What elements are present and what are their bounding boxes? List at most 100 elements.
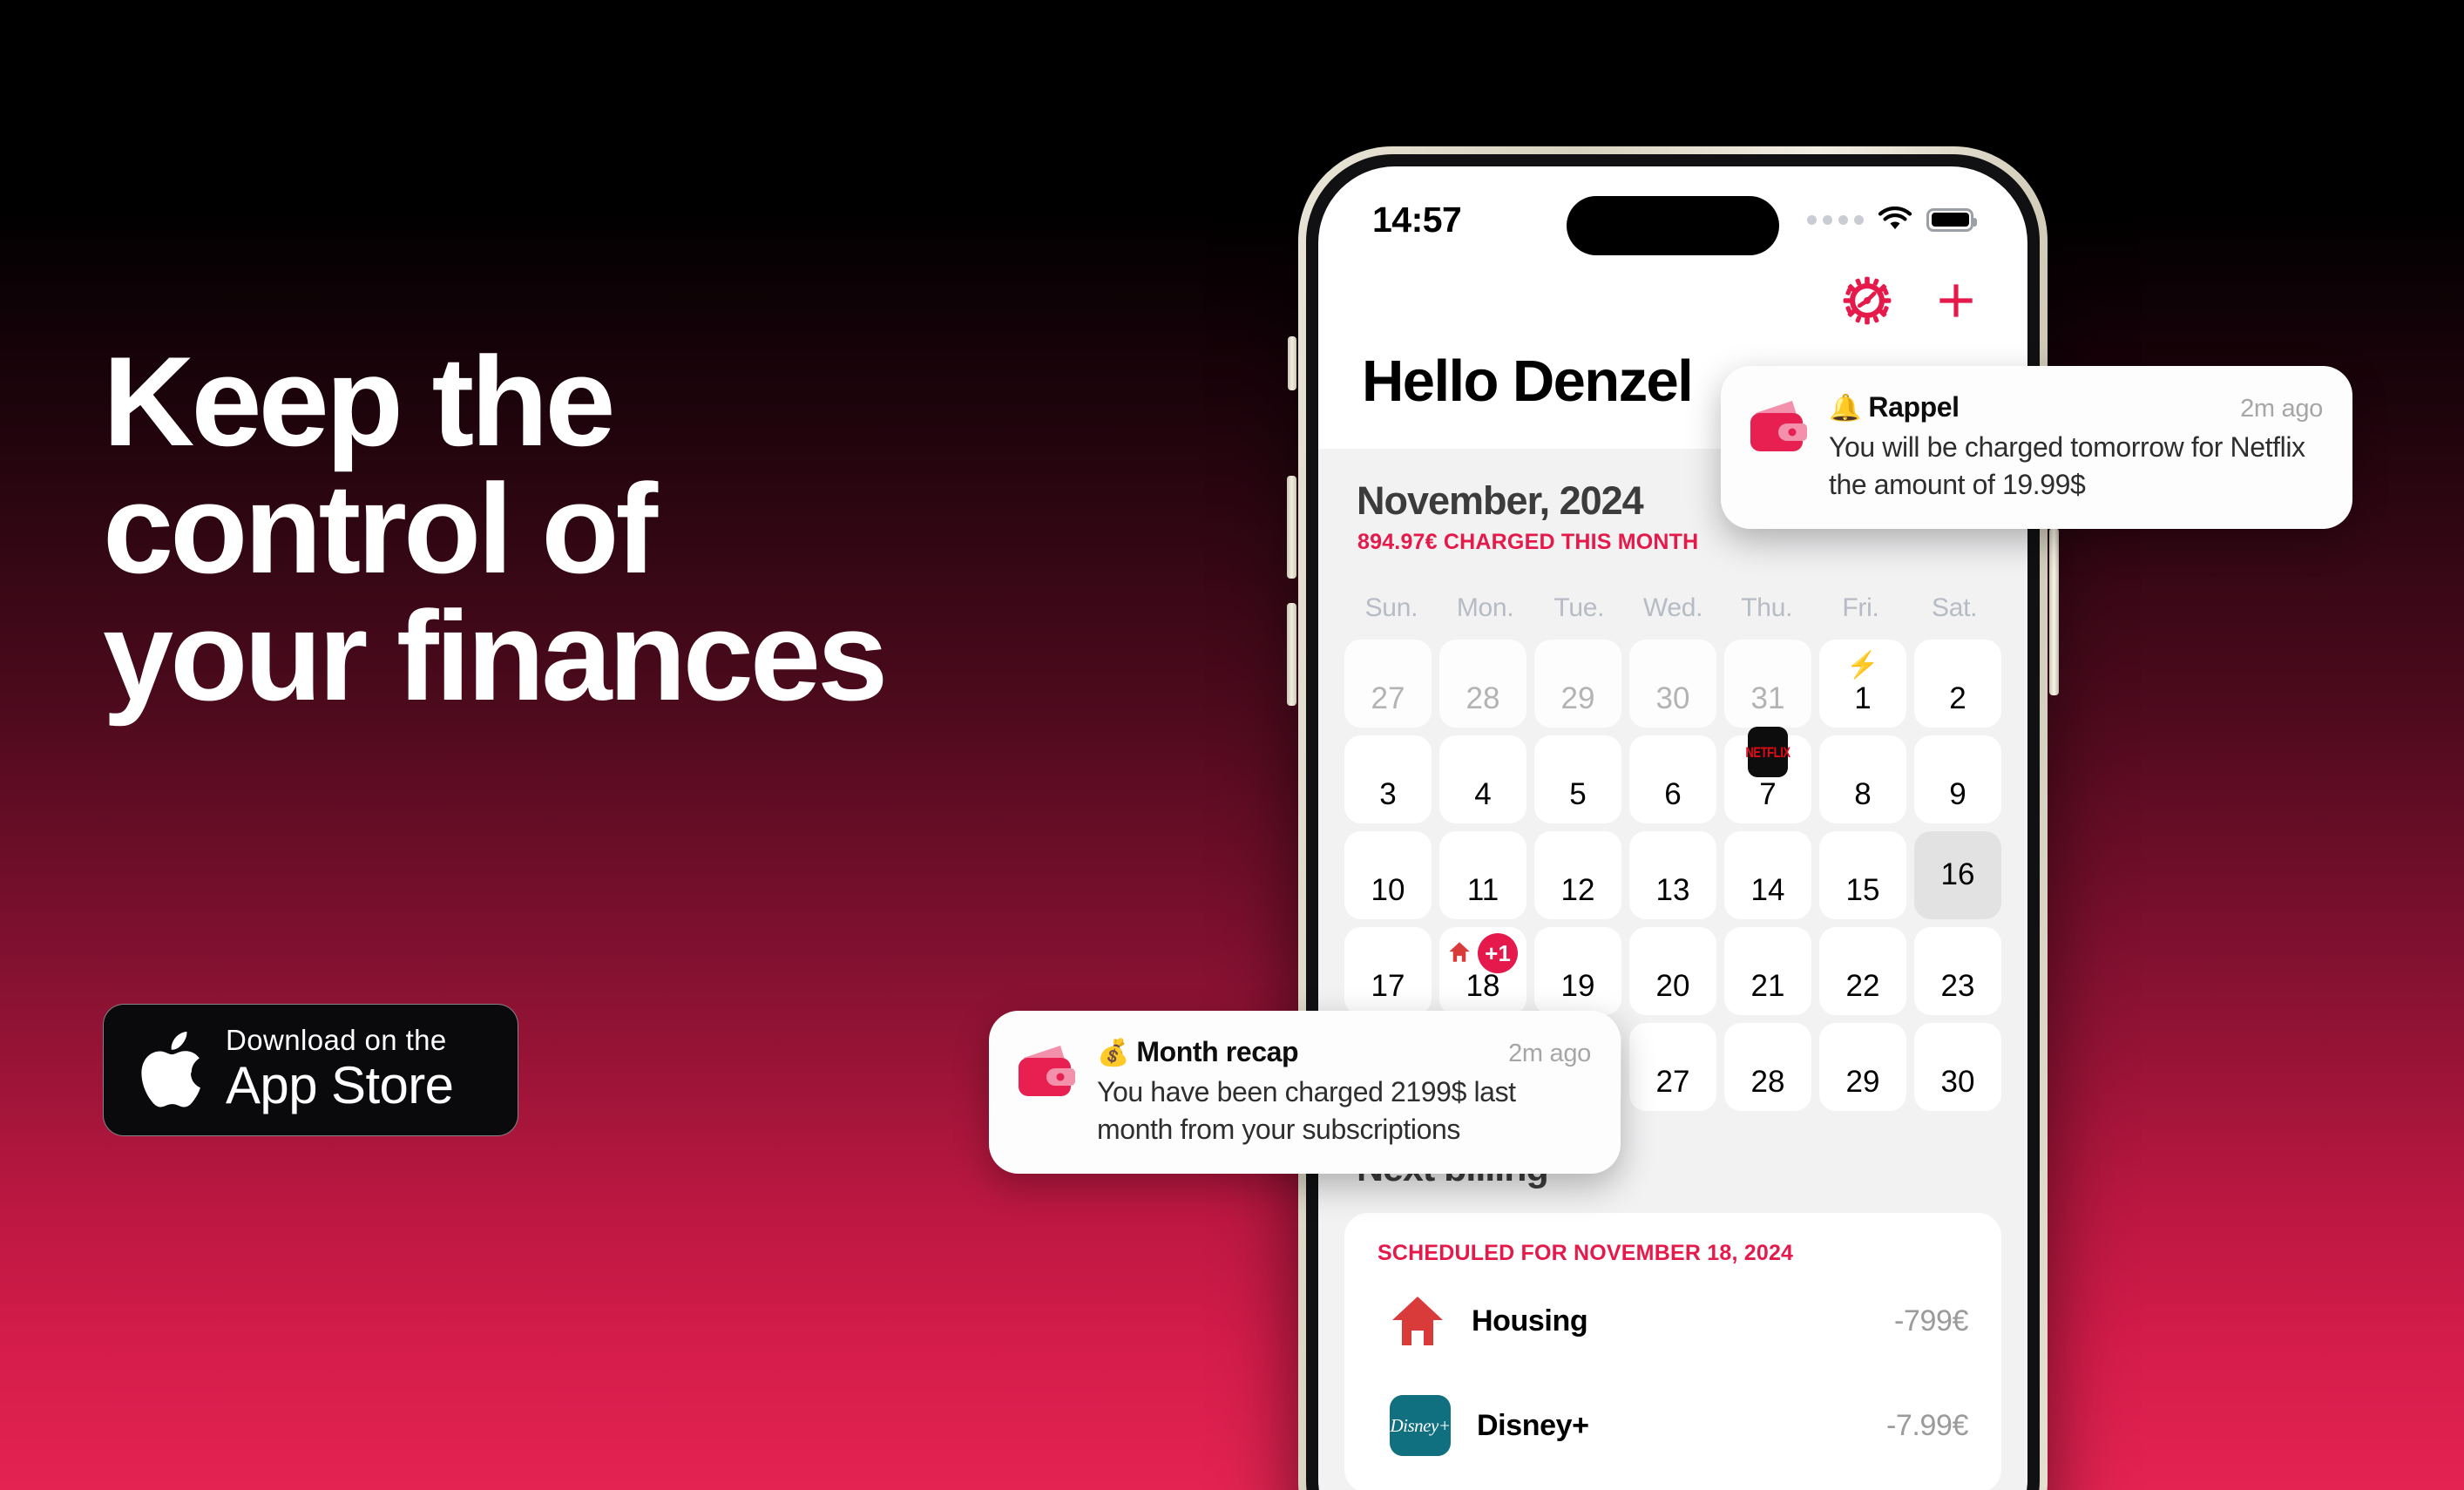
calendar-day-cell[interactable]: 20 (1629, 927, 1716, 1015)
calendar-day-cell[interactable]: 31 (1724, 640, 1811, 728)
notification-title: Rappel (1868, 391, 1960, 423)
calendar-day-cell[interactable]: 27 (1344, 640, 1432, 728)
calendar-day-cell[interactable]: 15 (1819, 831, 1906, 919)
calendar-day-number: 31 (1750, 681, 1785, 715)
calendar-day-cell[interactable]: 29 (1819, 1023, 1906, 1111)
wifi-icon (1878, 207, 1912, 229)
weekday-label: Mon. (1456, 593, 1514, 622)
calendar-day-cell[interactable]: 4 (1439, 735, 1526, 823)
power-button[interactable] (2049, 528, 2059, 695)
calendar-day-cell[interactable]: 5 (1534, 735, 1621, 823)
calendar-day-number: 3 (1379, 777, 1397, 811)
calendar-day-number: 9 (1949, 777, 1966, 811)
status-indicators (1807, 207, 1977, 233)
scheduled-date-label: SCHEDULED FOR NOVEMBER 18, 2024 (1378, 1241, 1794, 1265)
calendar-day-number: 14 (1750, 873, 1785, 907)
calendar-day-cell[interactable]: 9 (1914, 735, 2001, 823)
status-bar: 14:57 (1318, 166, 2027, 261)
calendar-day-number: 16 (1940, 857, 1975, 891)
download-app-store-button[interactable]: Download on the App Store (103, 1004, 518, 1136)
calendar-day-number: 7 (1759, 777, 1777, 811)
notification-header: 🔔 Rappel 2m ago (1829, 391, 2323, 423)
calendar-day-cell[interactable]: 22 (1819, 927, 1906, 1015)
day-markers: NETFLIX (1724, 727, 1811, 780)
calendar-day-cell[interactable]: 16 (1914, 831, 2001, 919)
calendar-day-cell[interactable]: 12 (1534, 831, 1621, 919)
notification-text: You have been charged 2199$ last month f… (1097, 1076, 1516, 1145)
calendar-day-cell[interactable]: 14 (1724, 831, 1811, 919)
calendar-day-number: 10 (1371, 873, 1405, 907)
calendar-day-cell[interactable]: NETFLIX 7 (1724, 727, 1811, 823)
weekday-label: Fri. (1842, 593, 1879, 622)
dynamic-island (1567, 196, 1779, 255)
calendar-day-number: 18 (1466, 969, 1500, 1003)
volume-up-button[interactable] (1287, 476, 1296, 579)
gear-icon[interactable] (1843, 276, 1892, 325)
volume-down-button[interactable] (1287, 603, 1296, 706)
calendar-day-cell[interactable]: 21 (1724, 927, 1811, 1015)
phone-screen: 14:57 Hello Denzel November, 2024 894.97… (1318, 166, 2027, 1490)
promo-banner: Keep the control of your finances Downlo… (0, 0, 2464, 1490)
calendar-day-cell[interactable]: ⚡ 1 (1819, 640, 1906, 728)
billing-name: Disney+ (1477, 1408, 1589, 1442)
calendar-day-number: 1 (1854, 681, 1872, 715)
notification-time: 2m ago (2240, 395, 2323, 423)
billing-name: Housing (1472, 1304, 1588, 1338)
calendar-day-cell[interactable]: 17 (1344, 927, 1432, 1015)
billing-row-housing[interactable]: Housing -799€ (1378, 1266, 1968, 1367)
house-icon (1448, 941, 1471, 966)
calendar-day-cell[interactable]: 29 (1534, 640, 1621, 728)
weekday-label: Sat. (1932, 593, 1978, 622)
calendar-day-number: 4 (1474, 777, 1492, 811)
notification-month-recap[interactable]: 💰 Month recap 2m ago You have been charg… (989, 1011, 1621, 1175)
app-store-big-label: App Store (226, 1055, 454, 1114)
calendar-day-number: 11 (1466, 873, 1499, 907)
wallet-icon (1019, 1046, 1075, 1096)
calendar-day-number: 20 (1655, 969, 1690, 1003)
billing-row-disney[interactable]: Disney+ Disney+ -7.99€ (1378, 1367, 1968, 1475)
netflix-icon: NETFLIX (1745, 727, 1790, 777)
calendar-day-cell[interactable]: 2 (1914, 640, 2001, 728)
calendar-day-number: 12 (1560, 873, 1595, 907)
billing-amount: -7.99€ (1885, 1408, 1968, 1442)
calendar-day-cell[interactable]: 8 (1819, 735, 1906, 823)
calendar-day-cell[interactable]: 19 (1534, 927, 1621, 1015)
calendar-day-cell[interactable]: 23 (1914, 927, 2001, 1015)
calendar-day-number: 2 (1949, 681, 1966, 715)
calendar-day-number: 21 (1750, 969, 1785, 1003)
plus-icon[interactable] (1932, 276, 1980, 325)
calendar-day-cell[interactable]: +1 18 (1439, 927, 1526, 1015)
calendar-day-cell[interactable]: 30 (1914, 1023, 2001, 1111)
headline-line-1: Keep the (103, 330, 616, 472)
calendar-day-cell[interactable]: 3 (1344, 735, 1432, 823)
calendar-day-number: 6 (1664, 777, 1682, 811)
header-actions (1318, 261, 2027, 325)
calendar-day-number: 30 (1940, 1065, 1975, 1099)
weekday-label: Sun. (1364, 593, 1418, 622)
notification-body: 🔔 Rappel 2m ago You will be charged tomo… (1829, 389, 2323, 503)
weekday-label: Thu. (1741, 593, 1793, 622)
notification-body: 💰 Month recap 2m ago You have been charg… (1097, 1033, 1591, 1148)
billing-amount: -799€ (1894, 1304, 1968, 1338)
calendar-day-cell[interactable]: 30 (1629, 640, 1716, 728)
page-title: Keep the control of your finances (103, 338, 1270, 720)
calendar-day-cell[interactable]: 13 (1629, 831, 1716, 919)
notification-rappel[interactable]: 🔔 Rappel 2m ago You will be charged tomo… (1721, 366, 2352, 530)
calendar-day-cell[interactable]: 28 (1724, 1023, 1811, 1111)
calendar-day-cell[interactable]: 11 (1439, 831, 1526, 919)
headline-line-3: your finances (103, 585, 888, 727)
calendar-day-cell[interactable]: 28 (1439, 640, 1526, 728)
calendar-day-cell[interactable]: 27 (1629, 1023, 1716, 1111)
notification-header: 💰 Month recap 2m ago (1097, 1036, 1591, 1068)
calendar-day-number: 28 (1750, 1065, 1785, 1099)
more-events-badge: +1 (1478, 933, 1518, 973)
silent-switch[interactable] (1288, 336, 1296, 390)
app-store-small-label: Download on the (226, 1024, 447, 1057)
calendar-day-cell[interactable]: 10 (1344, 831, 1432, 919)
money-bag-icon: 💰 (1097, 1039, 1130, 1067)
wallet-icon (1750, 401, 1807, 451)
day-markers: +1 (1439, 933, 1526, 973)
calendar-day-number: 15 (1845, 873, 1880, 907)
battery-icon (1926, 207, 1977, 232)
calendar-day-cell[interactable]: 6 (1629, 735, 1716, 823)
